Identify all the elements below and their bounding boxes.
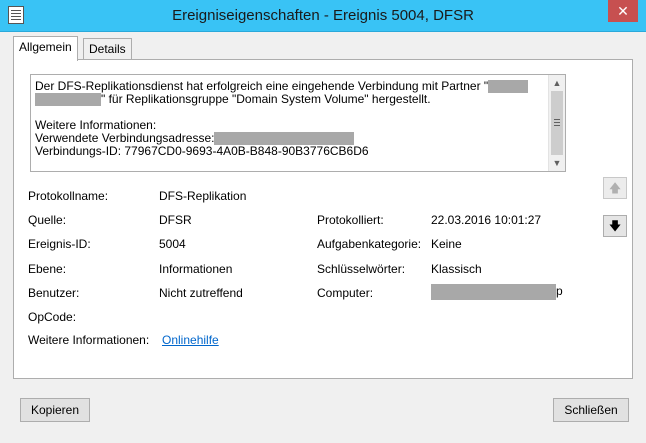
- computer-label: Computer:: [317, 286, 374, 300]
- ebene-value: Informationen: [159, 262, 233, 276]
- arrow-up-icon[interactable]: 🡅: [603, 177, 627, 199]
- description-line-3: Weitere Informationen:: [35, 118, 157, 132]
- tab-details[interactable]: Details: [83, 38, 132, 60]
- schluesselwoerter-value: Klassisch: [431, 262, 482, 276]
- arrow-down-icon[interactable]: 🡇: [603, 215, 627, 237]
- protokollname-label: Protokollname:: [28, 189, 109, 203]
- scroll-up-icon[interactable]: ▲: [549, 75, 565, 91]
- aufgabenkategorie-label: Aufgabenkategorie:: [317, 237, 422, 251]
- redacted-partner-name: [488, 80, 529, 93]
- quelle-value: DFSR: [159, 213, 192, 227]
- protokolliert-value: 22.03.2016 10:01:27: [431, 213, 542, 227]
- benutzer-label: Benutzer:: [28, 286, 80, 300]
- weitere-informationen-label: Weitere Informationen:: [28, 333, 150, 347]
- redacted-computer-name: [431, 284, 556, 300]
- tab-allgemein[interactable]: Allgemein: [13, 36, 78, 61]
- event-description-box[interactable]: Der DFS-Replikationsdienst hat erfolgrei…: [30, 74, 566, 172]
- title-bar[interactable]: Ereigniseigenschaften - Ereignis 5004, D…: [0, 0, 646, 32]
- close-window-button[interactable]: ✕: [608, 0, 638, 22]
- description-line-2: " für Replikationsgruppe "Domain System …: [101, 92, 431, 106]
- redacted-partner-name-2: [35, 93, 101, 106]
- event-description-text: Der DFS-Replikationsdienst hat erfolgrei…: [35, 80, 540, 158]
- protokolliert-label: Protokolliert:: [317, 213, 384, 227]
- description-scrollbar[interactable]: ▲ ▼: [548, 75, 565, 171]
- close-button[interactable]: Schließen: [553, 398, 629, 422]
- scroll-thumb[interactable]: [551, 91, 563, 155]
- description-line-4: Verwendete Verbindungsadresse:: [35, 131, 215, 145]
- protokollname-value: DFS-Replikation: [159, 189, 247, 203]
- computer-suffix: p: [556, 284, 563, 298]
- ebene-label: Ebene:: [28, 262, 67, 276]
- scroll-down-icon[interactable]: ▼: [549, 155, 565, 171]
- computer-value: p: [431, 284, 563, 300]
- benutzer-value: Nicht zutreffend: [159, 286, 243, 300]
- quelle-label: Quelle:: [28, 213, 67, 227]
- copy-button[interactable]: Kopieren: [20, 398, 90, 422]
- description-line-5: Verbindungs-ID: 77967CD0-9693-4A0B-B848-…: [35, 144, 369, 158]
- description-line-1: Der DFS-Replikationsdienst hat erfolgrei…: [35, 79, 489, 93]
- window-title: Ereigniseigenschaften - Ereignis 5004, D…: [172, 7, 474, 24]
- opcode-label: OpCode:: [28, 310, 77, 324]
- ereignis-id-label: Ereignis-ID:: [28, 237, 91, 251]
- onlinehilfe-link[interactable]: Onlinehilfe: [162, 333, 219, 347]
- ereignis-id-value: 5004: [159, 237, 186, 251]
- aufgabenkategorie-value: Keine: [431, 237, 462, 251]
- general-panel: Der DFS-Replikationsdienst hat erfolgrei…: [13, 59, 633, 379]
- schluesselwoerter-label: Schlüsselwörter:: [317, 262, 406, 276]
